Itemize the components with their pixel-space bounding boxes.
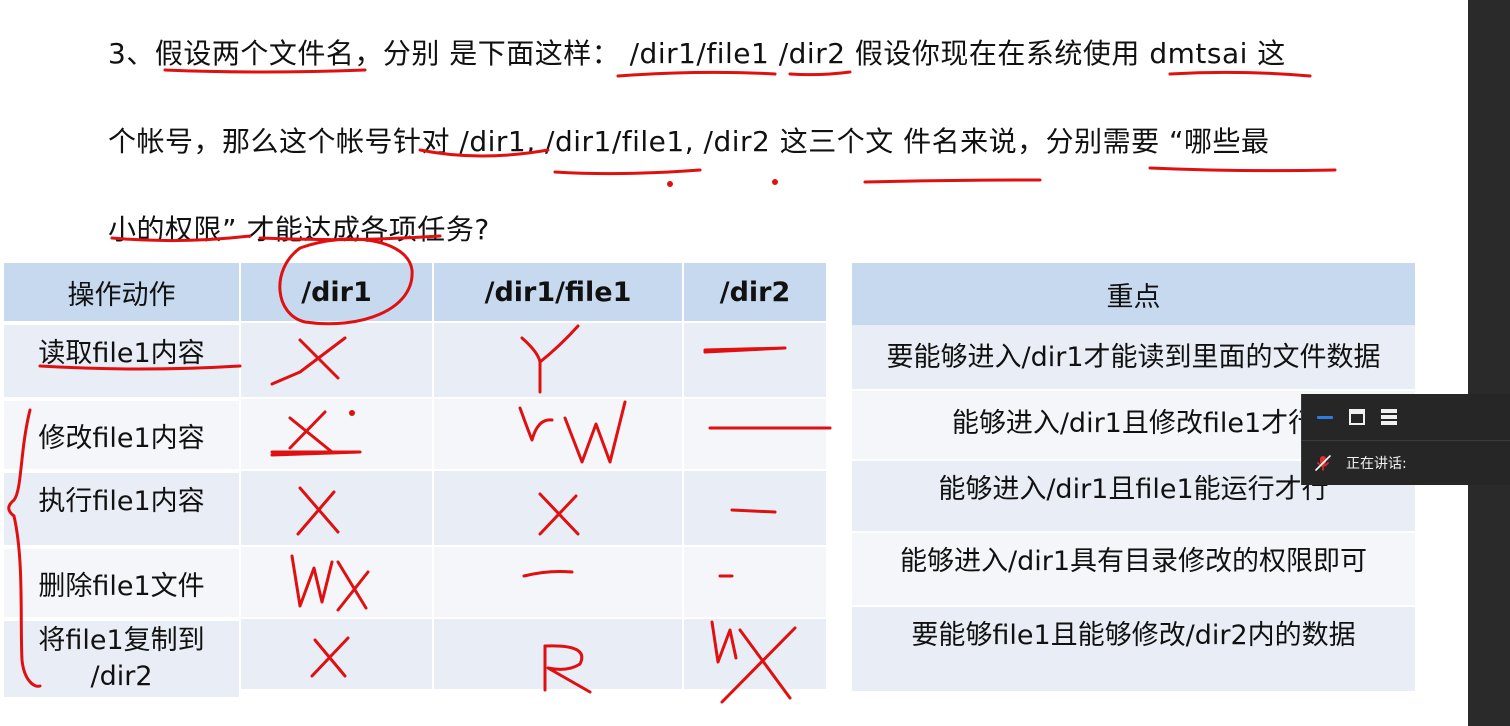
row-delete-dir1 (241, 547, 432, 617)
row-delete-action: 删除file1文件 (4, 549, 239, 617)
header-action: 操作动作 (4, 263, 239, 321)
mic-muted-icon[interactable] (1314, 454, 1332, 472)
row-copy-dir2 (684, 619, 826, 689)
notes-row-4: 能够进入/dir1具有目录修改的权限即可 (852, 533, 1415, 605)
row-copy-action-line1: 将file1复制到 (38, 625, 205, 656)
row-copy-action-line2: /dir2 (90, 661, 153, 692)
minimize-icon[interactable] (1316, 408, 1334, 426)
row-modify-dir2 (684, 399, 826, 469)
row-modify-dir1 (241, 399, 432, 469)
row-execute-file1 (434, 471, 682, 545)
row-read-dir1 (241, 323, 432, 397)
row-read-dir2 (684, 323, 826, 397)
row-read-action: 读取file1内容 (4, 325, 239, 397)
row-modify-file1 (434, 399, 682, 469)
row-read-file1 (434, 323, 682, 397)
row-modify-action: 修改file1内容 (4, 401, 239, 469)
row-execute-dir2 (684, 471, 826, 545)
header-file1: /dir1/file1 (434, 263, 682, 321)
notes-row-1: 要能够进入/dir1才能读到里面的文件数据 (852, 325, 1415, 389)
row-delete-file1 (434, 547, 682, 617)
row-execute-action: 执行file1内容 (4, 473, 239, 545)
window-edge (1468, 0, 1510, 726)
notes-header: 重点 (852, 263, 1415, 325)
row-copy-file1 (434, 619, 682, 689)
meeting-mini-panel[interactable]: 正在讲话: (1301, 394, 1510, 485)
row-execute-dir1 (241, 471, 432, 545)
header-dir2: /dir2 (684, 263, 826, 321)
notes-row-5: 要能够file1且能够修改/dir2内的数据 (852, 607, 1415, 691)
row-copy-dir1 (241, 619, 432, 689)
row-delete-dir2 (684, 547, 826, 617)
row-copy-action: 将file1复制到 /dir2 (4, 621, 239, 697)
window-icon[interactable] (1348, 408, 1366, 426)
question-line-2: 个帐号，那么这个帐号针对 /dir1, /dir1/file1, /dir2 这… (108, 125, 1270, 158)
question-line-3: 小的权限” 才能达成各项任务? (108, 213, 490, 246)
question-line-1: 3、假设两个文件名，分别 是下面这样： /dir1/file1 /dir2 假设… (108, 37, 1286, 70)
speaking-label: 正在讲话: (1346, 456, 1407, 472)
header-dir1: /dir1 (241, 263, 432, 321)
menu-icon[interactable] (1380, 408, 1398, 426)
